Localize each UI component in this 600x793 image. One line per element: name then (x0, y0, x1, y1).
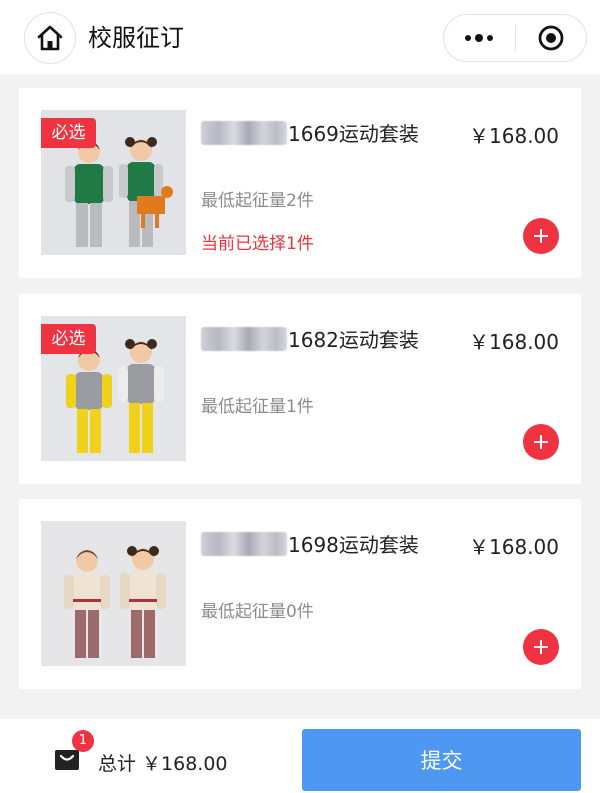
product-image[interactable]: 必选 (41, 316, 186, 461)
cart-count-badge: 1 (72, 730, 94, 752)
min-quantity-label: 最低起征量2件 (201, 191, 314, 211)
add-button[interactable] (523, 629, 559, 665)
plus-icon (534, 640, 548, 654)
home-icon (37, 25, 63, 51)
add-button[interactable] (523, 424, 559, 460)
blurred-text (201, 326, 287, 351)
product-card[interactable]: 必选 1669运动套装 ￥168.00 最低起征量2件 当前已选择1件 (19, 88, 581, 278)
order-total: 总计 ￥168.00 (98, 749, 228, 776)
add-button[interactable] (523, 218, 559, 254)
min-quantity-label: 最低起征量1件 (201, 397, 314, 417)
page-title: 校服征订 (88, 24, 184, 52)
selected-count-label: 当前已选择1件 (201, 234, 314, 254)
bottom-bar: 1 总计 ￥168.00 提交 (0, 719, 600, 793)
product-image[interactable] (41, 521, 186, 666)
submit-button[interactable]: 提交 (302, 729, 581, 791)
more-button[interactable] (444, 14, 515, 62)
required-tag: 必选 (41, 118, 96, 148)
required-tag: 必选 (41, 324, 96, 354)
plus-icon (534, 229, 548, 243)
blurred-text (201, 120, 287, 145)
min-quantity-label: 最低起征量0件 (201, 602, 314, 622)
mini-program-capsule (443, 14, 587, 62)
product-name: 1698运动套装 (201, 529, 419, 558)
total-amount: ￥168.00 (142, 753, 228, 775)
plus-icon (534, 435, 548, 449)
close-button[interactable] (516, 14, 587, 62)
product-image[interactable]: 必选 (41, 110, 186, 255)
product-photo-illustration (41, 521, 186, 666)
blurred-text (201, 531, 287, 556)
product-card[interactable]: 必选 1682运动套装 ￥168.00 最低起征量1件 (19, 294, 581, 484)
more-dots-icon (465, 34, 494, 42)
product-name: 1669运动套装 (201, 118, 419, 147)
top-bar: 校服征订 (0, 0, 600, 74)
home-button[interactable] (24, 12, 76, 64)
record-circle-icon (538, 25, 564, 51)
product-price: ￥168.00 (469, 330, 559, 354)
product-price: ￥168.00 (469, 535, 559, 559)
product-card[interactable]: 1698运动套装 ￥168.00 最低起征量0件 (19, 499, 581, 689)
total-label: 总计 (98, 753, 137, 775)
product-price: ￥168.00 (469, 124, 559, 148)
product-name: 1682运动套装 (201, 324, 419, 353)
